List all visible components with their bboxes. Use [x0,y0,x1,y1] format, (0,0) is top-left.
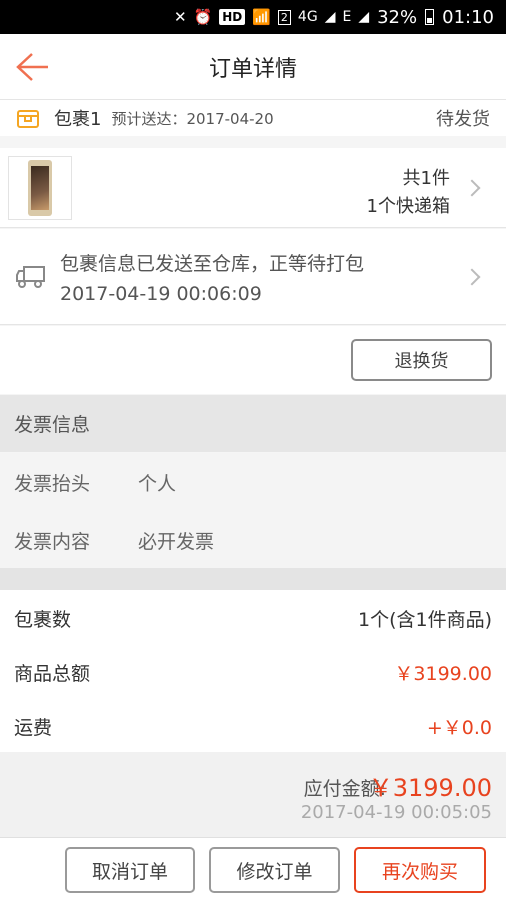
invoice-title-value: 个人 [138,472,177,495]
arrow-left-icon[interactable] [14,50,50,84]
mute-icon: ✕ [173,8,187,26]
signal-icon: ◢ [324,9,336,25]
product-row[interactable]: 共1件 1个快递箱 [0,148,506,228]
packages-value: 1个(含1件商品) [358,605,492,632]
clock: 01:10 [442,6,494,28]
modify-order-button[interactable]: 修改订单 [209,847,340,893]
page-title: 订单详情 [208,56,297,82]
phone-image [28,160,52,216]
item-count: 共1件 [402,168,450,189]
return-area: 退换货 [0,326,506,394]
action-bar: 取消订单 修改订单 再次购买 [0,838,506,900]
alarm-icon: ⏰ [193,8,213,26]
cancel-order-button[interactable]: 取消订单 [65,847,195,893]
goods-total-label: 商品总额 [14,662,91,685]
invoice-content-value: 必开发票 [138,530,215,553]
payable-amount: ￥3199.00 [368,774,492,802]
chevron-right-icon [463,179,481,197]
battery-icon [425,9,435,25]
logistics-row[interactable]: 包裹信息已发送至仓库，正等待打包 2017-04-19 00:06:09 [0,229,506,325]
package-status: 待发货 [436,109,490,130]
invoice-content-label: 发票内容 [14,530,91,553]
packages-count: 1个 [357,608,390,631]
invoice-content-row: 发票内容 必开发票 [0,511,506,569]
packages-label: 包裹数 [14,608,72,631]
payable-area: 应付金额: ￥3199.00 2017-04-19 00:05:05 [0,752,506,838]
goods-total-value: ￥3199.00 [394,662,492,685]
buy-again-button[interactable]: 再次购买 [354,847,486,893]
network-e: E [342,9,352,25]
invoice-section-title: 发票信息 [0,395,506,452]
truck-icon [16,266,45,288]
header: 订单详情 [0,34,506,100]
section-divider [0,568,506,590]
product-thumbnail [8,156,72,220]
shipping-row: 运费 +￥0.0 [0,698,506,754]
return-exchange-button[interactable]: 退换货 [351,339,492,381]
chevron-right-icon [463,268,481,286]
logistics-time: 2017-04-19 00:06:09 [60,283,262,305]
hd-badge: HD [219,9,246,25]
package-header: 包裹1 预计送达：2017-04-20 待发货 [0,100,506,136]
shipping-value: +￥0.0 [426,716,492,739]
package-name: 包裹1 [54,109,102,130]
network-type: 4G [297,9,318,25]
packages-row: 包裹数 1个(含1件商品) [0,590,506,646]
logistics-message: 包裹信息已发送至仓库，正等待打包 [60,253,365,275]
package-icon [17,110,39,128]
signal-icon-2: ◢ [358,9,370,25]
status-bar: ✕ ⏰ HD 📶 2 4G ◢ E ◢ 32% 01:10 [0,0,506,34]
invoice-title-label: 发票抬头 [14,472,91,495]
battery-percent: 32% [377,6,418,28]
goods-total-row: 商品总额 ￥3199.00 [0,644,506,700]
sim-badge: 2 [277,9,291,25]
packages-note: (含1件商品) [389,608,492,631]
shipping-label: 运费 [14,716,53,739]
box-count: 1个快递箱 [366,196,450,217]
invoice-title-row: 发票抬头 个人 [0,453,506,511]
order-timestamp: 2017-04-19 00:05:05 [300,802,492,823]
wifi-icon: 📶 [252,8,271,26]
estimated-delivery: 预计送达：2017-04-20 [111,109,274,128]
